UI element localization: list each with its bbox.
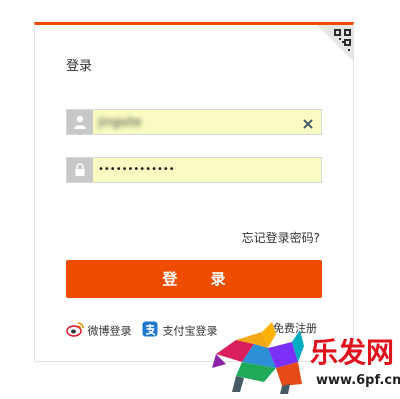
username-value[interactable]: jingsite (98, 110, 142, 134)
weibo-icon (66, 321, 84, 342)
weibo-login-link[interactable]: 微博登录 (66, 321, 132, 342)
alipay-label: 支付宝登录 (162, 324, 218, 338)
brand-url: www.6pf.cn (316, 373, 400, 388)
login-panel: 登录 jingsite ••••••••••••• 忘记登录密码? 登 录 微博… (34, 22, 354, 362)
password-field[interactable]: ••••••••••••• (66, 157, 322, 183)
alipay-login-link[interactable]: 支付宝登录 (142, 321, 218, 342)
alipay-icon (142, 321, 159, 342)
lock-icon (67, 158, 93, 182)
login-title: 登录 (66, 59, 93, 74)
password-value[interactable]: ••••••••••••• (98, 158, 175, 182)
user-icon (67, 110, 93, 134)
forgot-password-link[interactable]: 忘记登录密码? (242, 229, 320, 246)
username-field[interactable]: jingsite (66, 109, 322, 135)
brand-name: 乐发网 (310, 336, 394, 369)
brand-watermark: 乐发网 www.6pf.cn (212, 318, 400, 395)
clear-icon[interactable] (302, 115, 314, 129)
qr-code-icon[interactable] (317, 25, 353, 61)
login-button[interactable]: 登 录 (66, 260, 322, 298)
weibo-label: 微博登录 (87, 324, 132, 338)
